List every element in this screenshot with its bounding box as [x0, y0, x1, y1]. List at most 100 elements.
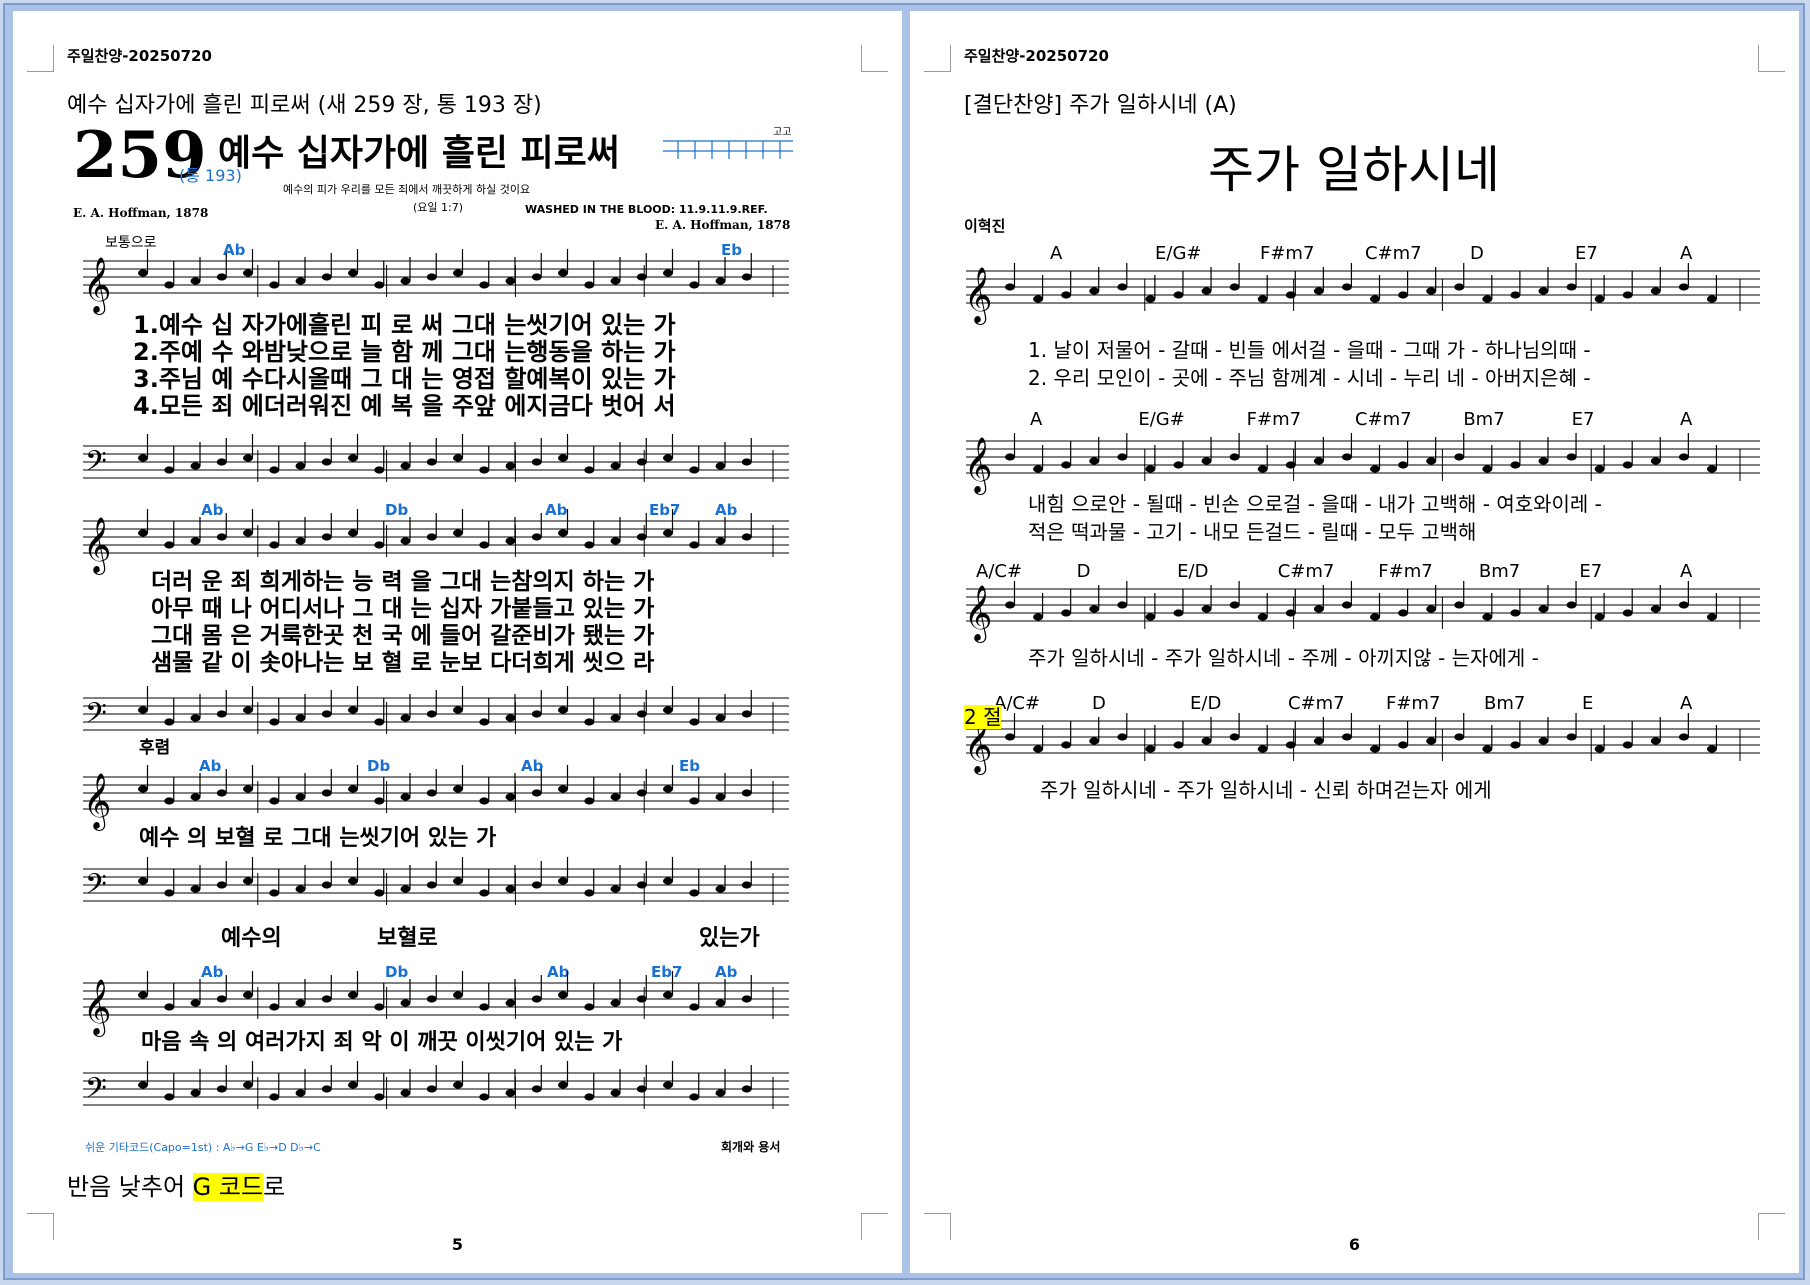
note-head	[1482, 745, 1493, 753]
chord-symbol: E/G#	[1138, 409, 1184, 430]
note-head	[715, 277, 726, 285]
note-head	[1594, 613, 1605, 621]
chord-symbol: E	[1582, 693, 1593, 714]
note-head	[138, 785, 148, 793]
note-head	[505, 714, 516, 722]
note-head	[1622, 609, 1633, 617]
note-head	[1257, 745, 1268, 753]
chord-row: A E/G# F#m7 C#m7 D E7 A	[1050, 243, 1693, 264]
note-head	[689, 1093, 700, 1101]
note-head	[269, 281, 280, 289]
chord-label: Eb7	[649, 501, 680, 519]
note-head	[1341, 453, 1352, 461]
note-head	[1594, 745, 1605, 753]
note-head	[1650, 605, 1661, 613]
note-head	[531, 881, 542, 889]
note-head	[295, 999, 306, 1007]
page-header: 주일찬양-20250720	[964, 47, 1109, 65]
page-6[interactable]: 주일찬양-20250720 [결단찬양] 주가 일하시네 (A) 주가 일하시네…	[910, 11, 1799, 1273]
chord-symbol: A	[1680, 243, 1693, 264]
chord-row: A E/G# F#m7 C#m7 Bm7 E7 A	[1030, 409, 1693, 430]
crop-mark	[861, 45, 888, 72]
crop-mark	[27, 45, 54, 72]
note-head	[453, 1081, 463, 1089]
treble-clef-icon: 𝄞	[964, 585, 992, 643]
note-head	[1285, 461, 1296, 469]
note-head	[426, 458, 437, 466]
note-head	[216, 273, 227, 281]
treble-clef-icon: 𝄞	[964, 437, 992, 495]
note-head	[216, 881, 227, 889]
chord-label: Ab	[521, 757, 544, 775]
chord-label: Db	[385, 501, 408, 519]
note-head	[216, 710, 227, 718]
note-head	[1678, 453, 1689, 461]
note-head	[374, 1003, 385, 1011]
treble-clef-icon: 𝄞	[83, 257, 111, 315]
note-head	[164, 466, 175, 474]
note-head	[1650, 287, 1661, 295]
note-head	[453, 785, 463, 793]
note-head	[190, 714, 201, 722]
note-head	[636, 458, 647, 466]
hymn-category: 회개와 용서	[721, 1139, 780, 1154]
note-head	[715, 462, 726, 470]
note-head	[1201, 605, 1212, 613]
note-head	[1257, 295, 1268, 303]
page-5[interactable]: 주일찬양-20250720 예수 십자가에 흘린 피로써 (새 259 장, 통…	[13, 11, 902, 1273]
treble-clef-icon: 𝄞	[83, 773, 111, 831]
note-head	[610, 714, 621, 722]
note-head	[505, 999, 516, 1007]
note-head	[1678, 733, 1689, 741]
note-head	[348, 269, 358, 277]
note-head	[663, 529, 673, 537]
note-head	[321, 710, 332, 718]
note-head	[374, 797, 385, 805]
note-head	[1370, 745, 1380, 753]
staff-row-4	[966, 720, 1760, 754]
note-head	[1117, 601, 1128, 609]
note-head	[1005, 601, 1015, 609]
note-head	[426, 273, 437, 281]
note-head	[190, 999, 201, 1007]
song-title: 주가 일하시네	[1208, 141, 1500, 199]
chord-label: Ab	[545, 501, 568, 519]
note-head	[243, 269, 253, 277]
note-head	[610, 1089, 621, 1097]
note-head	[479, 281, 490, 289]
note-head	[400, 999, 411, 1007]
note-head	[1257, 613, 1268, 621]
note-head	[1173, 291, 1184, 299]
bass-clef-icon: 𝄢	[85, 1072, 107, 1112]
note-head	[1201, 287, 1212, 295]
verse-line: 그대 몸 은 거룩한곳 천 국 에 들어 갈준비가 됐는 가	[151, 623, 654, 649]
note-head	[1426, 737, 1437, 745]
note-head	[348, 785, 358, 793]
note-head	[1173, 461, 1184, 469]
chord-symbol: F#m7	[1247, 409, 1301, 430]
note-head	[1622, 461, 1633, 469]
note-head	[1201, 457, 1212, 465]
note-head	[741, 789, 752, 797]
note-head	[400, 1089, 411, 1097]
note-head	[715, 537, 726, 545]
note-head	[1145, 745, 1156, 753]
note-head	[1173, 609, 1184, 617]
note-head	[243, 1081, 253, 1089]
hymn-reference: (요일 1:7)	[413, 200, 463, 214]
page-header: 주일찬양-20250720	[67, 47, 212, 65]
note-head	[479, 1093, 490, 1101]
chord-symbol: E7	[1575, 243, 1598, 264]
chord-row: A/C# D E/D C#m7 F#m7 Bm7 E7 A	[976, 561, 1693, 582]
crop-mark	[924, 45, 951, 72]
note-head	[636, 273, 647, 281]
note-head	[164, 718, 175, 726]
note-head	[400, 462, 411, 470]
note-head	[348, 877, 358, 885]
chord-symbol: D	[1470, 243, 1484, 264]
verse-label: 2 절	[964, 705, 1002, 729]
note-head	[1285, 741, 1296, 749]
note-head	[663, 454, 673, 462]
note-head	[505, 537, 516, 545]
verse-line: 1.예수 십 자가에흘린 피 로 써 그대 는씻기어 있는 가	[133, 311, 676, 339]
